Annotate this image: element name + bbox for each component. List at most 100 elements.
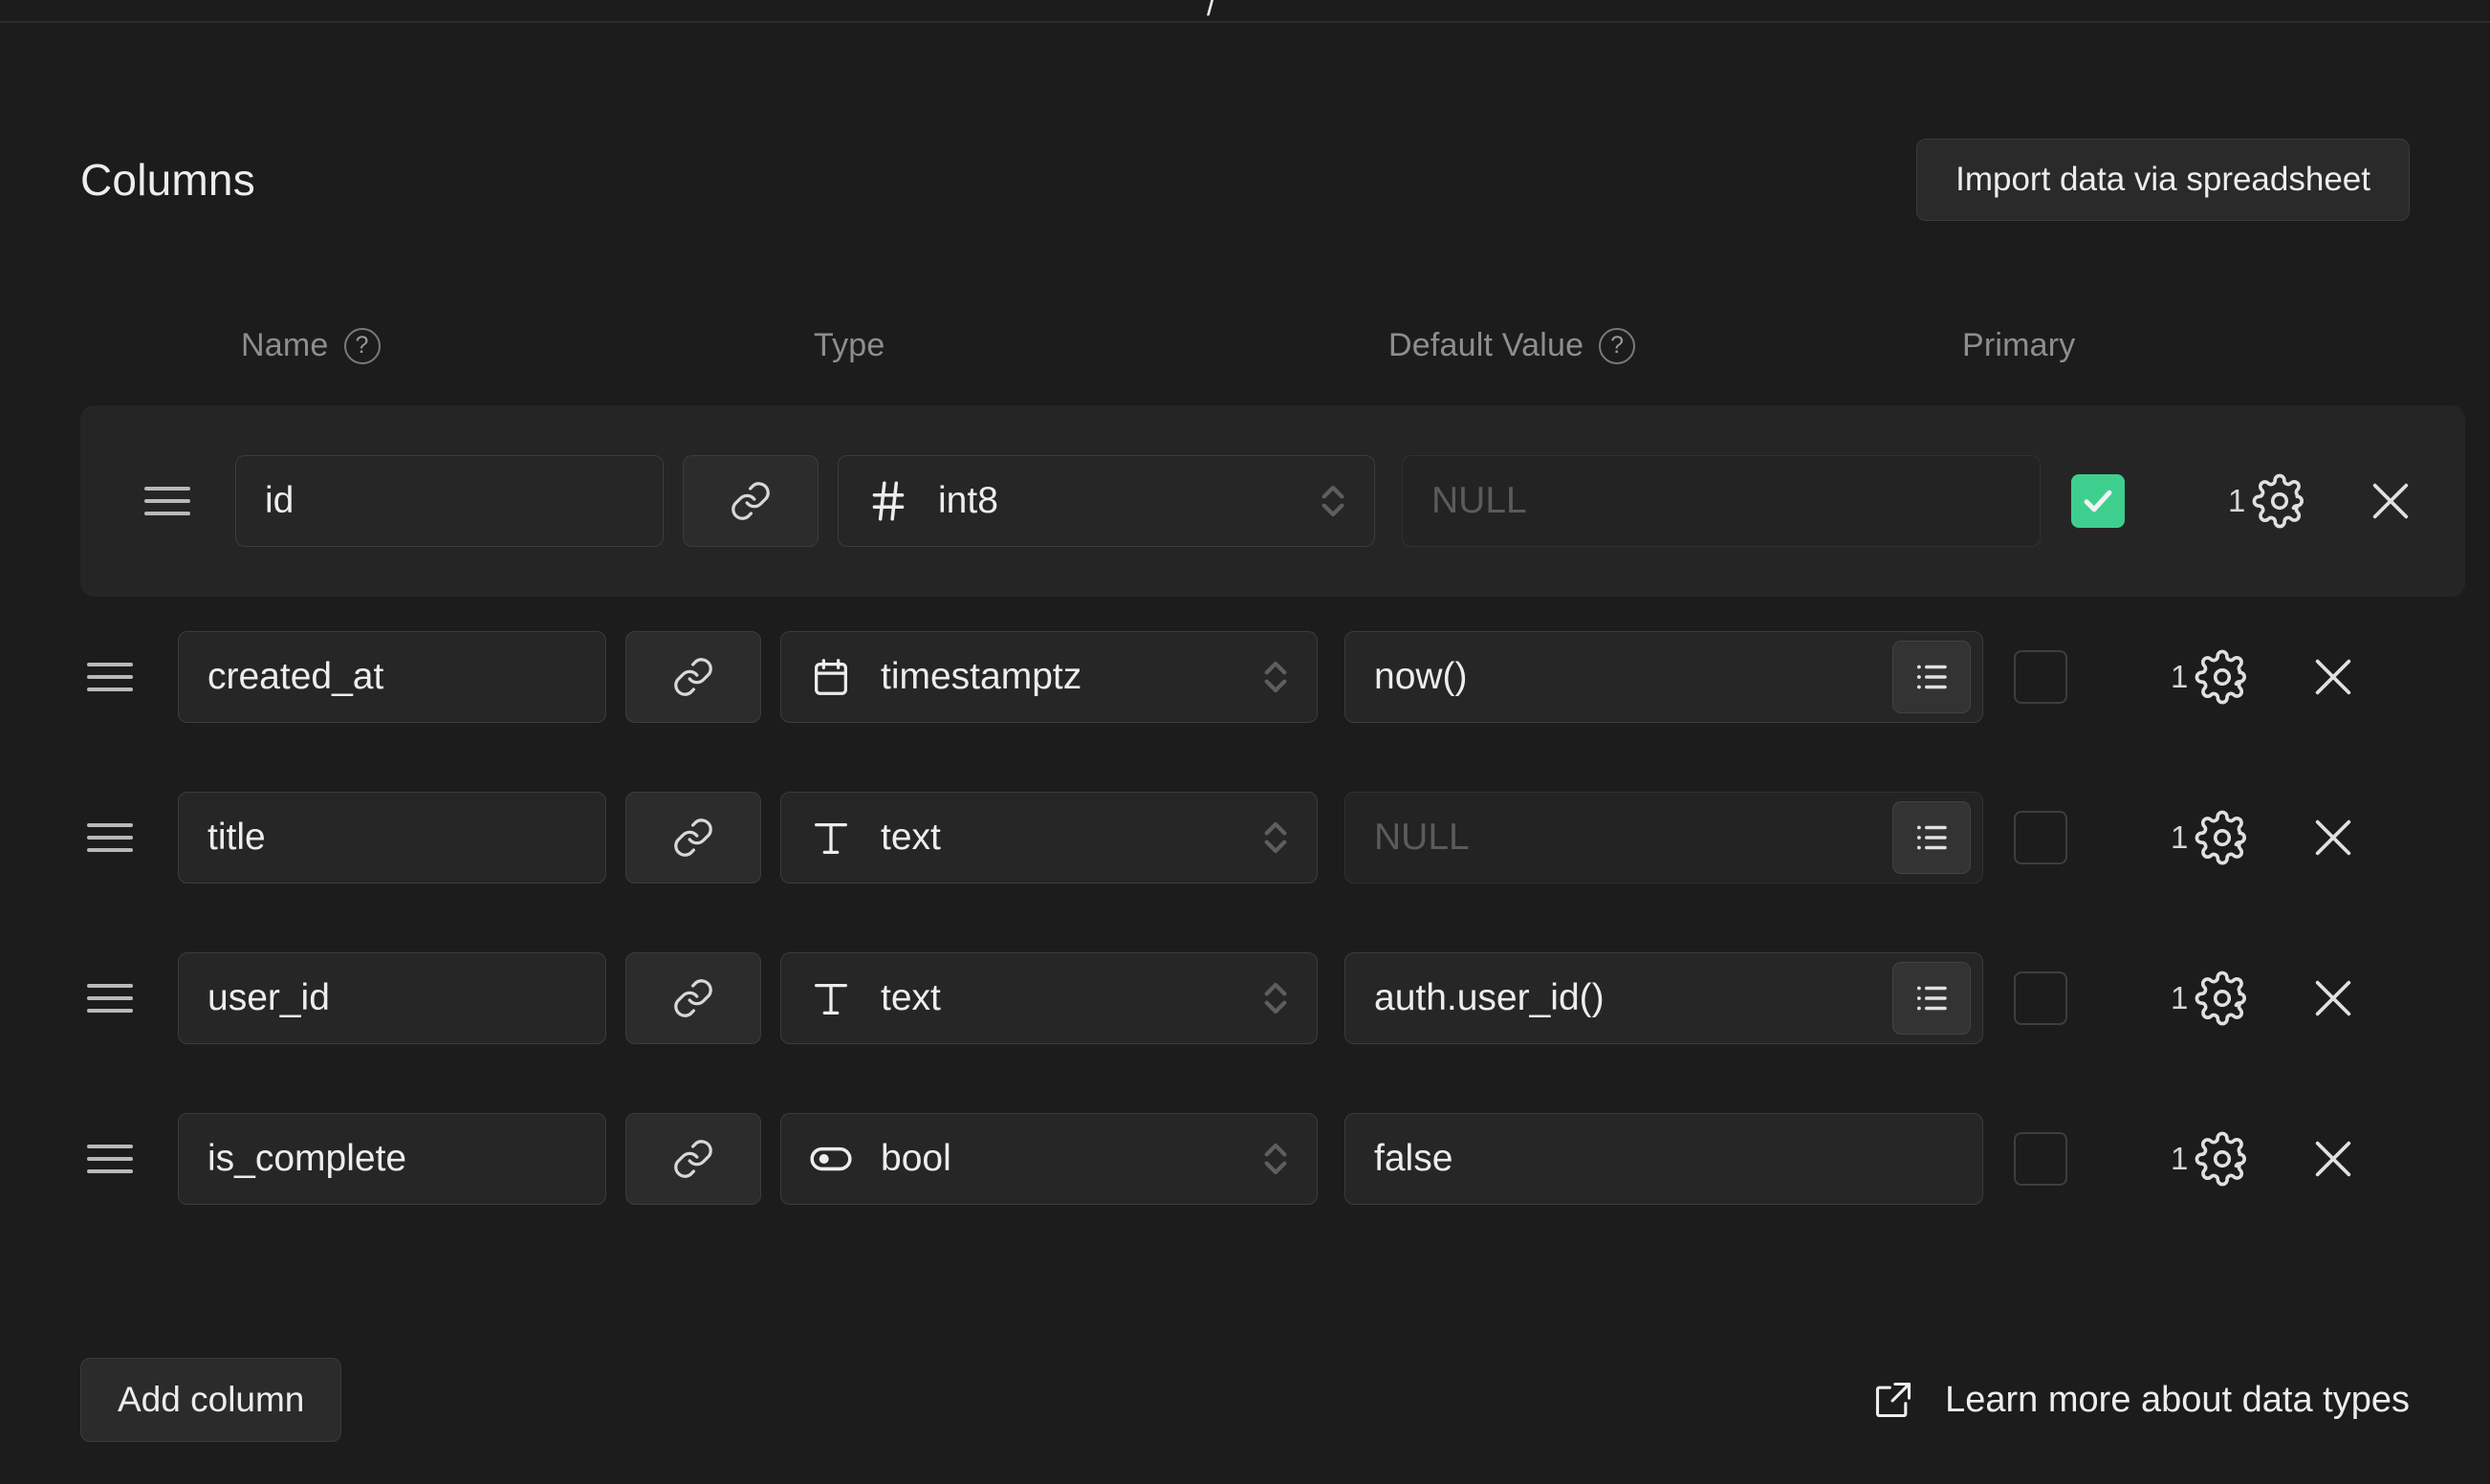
default-value-text: NULL xyxy=(1374,817,1470,858)
help-icon[interactable]: ? xyxy=(1599,327,1636,364)
column-name-input[interactable]: is_complete xyxy=(178,1113,606,1205)
gear-icon xyxy=(2252,473,2307,529)
column-name-input[interactable]: created_at xyxy=(178,631,606,723)
column-type-select[interactable]: timestamptz xyxy=(780,631,1318,723)
settings-count-badge: 1 xyxy=(2171,980,2189,1015)
header-default-value: Default Value ? xyxy=(1388,327,1636,364)
default-value-input[interactable]: now() xyxy=(1344,631,1983,723)
row-actions: 1 xyxy=(2228,459,2427,543)
add-column-button[interactable]: Add column xyxy=(80,1358,342,1442)
remove-column-button[interactable] xyxy=(2297,801,2370,874)
row-actions: 1 xyxy=(2171,956,2370,1040)
header-name-label: Name xyxy=(241,327,329,363)
remove-column-button[interactable] xyxy=(2297,641,2370,713)
drag-handle-icon[interactable] xyxy=(80,647,140,707)
table-row: created_at timestamptz now() 1 xyxy=(0,597,2490,757)
default-value-input[interactable]: NULL xyxy=(1344,792,1983,884)
column-name-input[interactable]: id xyxy=(235,455,664,547)
header-primary: Primary xyxy=(1962,327,2076,364)
table-row: title text NULL 1 xyxy=(0,757,2490,918)
foreign-key-link-button[interactable] xyxy=(683,455,819,547)
primary-key-checkbox[interactable] xyxy=(2014,971,2067,1025)
column-type-select[interactable]: int8 xyxy=(838,455,1375,547)
settings-count-badge: 1 xyxy=(2171,1141,2189,1176)
chevron-updown-icon xyxy=(1317,474,1349,528)
column-type-select[interactable]: bool xyxy=(780,1113,1318,1205)
default-value-options-button[interactable] xyxy=(1892,962,1971,1035)
default-value-text: auth.user_id() xyxy=(1374,977,1605,1018)
gear-icon xyxy=(2195,649,2250,705)
column-type-select[interactable]: text xyxy=(780,792,1318,884)
columns-editor-panel: / Columns Import data via spreadsheet Na… xyxy=(0,0,2490,1484)
import-data-via-spreadsheet-button[interactable]: Import data via spreadsheet xyxy=(1916,139,2410,221)
table-row: id int8 NULL 1 xyxy=(80,405,2465,597)
panel-header: Columns Import data via spreadsheet xyxy=(80,139,2410,221)
primary-key-checkbox[interactable] xyxy=(2014,650,2067,704)
external-link-icon xyxy=(1872,1379,1914,1421)
page-title: Columns xyxy=(80,155,255,205)
foreign-key-link-button[interactable] xyxy=(625,792,761,884)
text-icon xyxy=(806,976,856,1020)
calendar-icon xyxy=(806,655,856,699)
remove-column-button[interactable] xyxy=(2297,1123,2370,1195)
remove-column-button[interactable] xyxy=(2297,962,2370,1035)
column-type-label: int8 xyxy=(938,480,998,521)
header-type-label: Type xyxy=(814,327,885,363)
column-type-label: text xyxy=(881,817,941,858)
foreign-key-link-button[interactable] xyxy=(625,952,761,1044)
primary-key-checkbox[interactable] xyxy=(2014,811,2067,864)
primary-key-cell xyxy=(1983,650,2155,704)
columns-list: id int8 NULL 1 created_at timestamptz now() 1 ti… xyxy=(0,405,2490,1239)
drag-handle-icon[interactable] xyxy=(80,1129,140,1189)
panel-footer: Add column Learn more about data types xyxy=(80,1358,2410,1442)
link-icon xyxy=(671,655,715,699)
link-icon xyxy=(729,479,773,523)
close-icon xyxy=(2306,811,2360,864)
drag-handle-icon[interactable] xyxy=(138,471,197,531)
default-value-input[interactable]: NULL xyxy=(1402,455,2041,547)
default-value-options-button[interactable] xyxy=(1892,641,1971,713)
table-row: is_complete bool false 1 xyxy=(0,1079,2490,1239)
gear-icon xyxy=(2195,971,2250,1026)
learn-more-label: Learn more about data types xyxy=(1945,1379,2410,1420)
default-value-text: now() xyxy=(1374,656,1468,697)
learn-more-link[interactable]: Learn more about data types xyxy=(1872,1379,2410,1421)
close-icon xyxy=(2364,474,2417,528)
help-icon[interactable]: ? xyxy=(343,327,381,364)
foreign-key-link-button[interactable] xyxy=(625,1113,761,1205)
text-icon xyxy=(806,816,856,860)
primary-key-checkbox[interactable] xyxy=(2014,1132,2067,1186)
close-icon xyxy=(2306,650,2360,704)
row-actions: 1 xyxy=(2171,1117,2370,1201)
default-value-input[interactable]: auth.user_id() xyxy=(1344,952,1983,1044)
column-type-label: timestamptz xyxy=(881,656,1082,697)
header-type: Type xyxy=(814,327,885,364)
column-settings-button[interactable]: 1 xyxy=(2171,635,2264,719)
primary-key-cell xyxy=(1983,1132,2155,1186)
link-icon xyxy=(671,976,715,1020)
foreign-key-link-button[interactable] xyxy=(625,631,761,723)
panel-body: Columns Import data via spreadsheet Name… xyxy=(0,23,2490,1484)
primary-key-cell xyxy=(1983,811,2155,864)
settings-count-badge: 1 xyxy=(2228,483,2246,518)
remove-column-button[interactable] xyxy=(2354,465,2427,537)
column-settings-button[interactable]: 1 xyxy=(2171,956,2264,1040)
hash-icon xyxy=(863,477,913,525)
column-settings-button[interactable]: 1 xyxy=(2171,1117,2264,1201)
default-value-input[interactable]: false xyxy=(1344,1113,1983,1205)
header-default-value-label: Default Value xyxy=(1388,327,1584,363)
drag-handle-icon[interactable] xyxy=(80,969,140,1028)
primary-key-checkbox[interactable] xyxy=(2071,474,2125,528)
link-icon xyxy=(671,816,715,860)
default-value-options-button[interactable] xyxy=(1892,801,1971,874)
row-actions: 1 xyxy=(2171,635,2370,719)
column-settings-button[interactable]: 1 xyxy=(2171,796,2264,880)
column-name-input[interactable]: title xyxy=(178,792,606,884)
drag-handle-icon[interactable] xyxy=(80,808,140,867)
column-type-label: bool xyxy=(881,1138,951,1179)
column-name-input[interactable]: user_id xyxy=(178,952,606,1044)
column-type-select[interactable]: text xyxy=(780,952,1318,1044)
settings-count-badge: 1 xyxy=(2171,819,2189,855)
toggle-icon xyxy=(806,1135,856,1183)
column-settings-button[interactable]: 1 xyxy=(2228,459,2322,543)
